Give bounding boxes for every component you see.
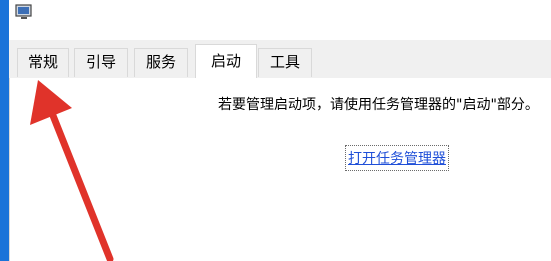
annotation-arrow — [30, 80, 114, 261]
